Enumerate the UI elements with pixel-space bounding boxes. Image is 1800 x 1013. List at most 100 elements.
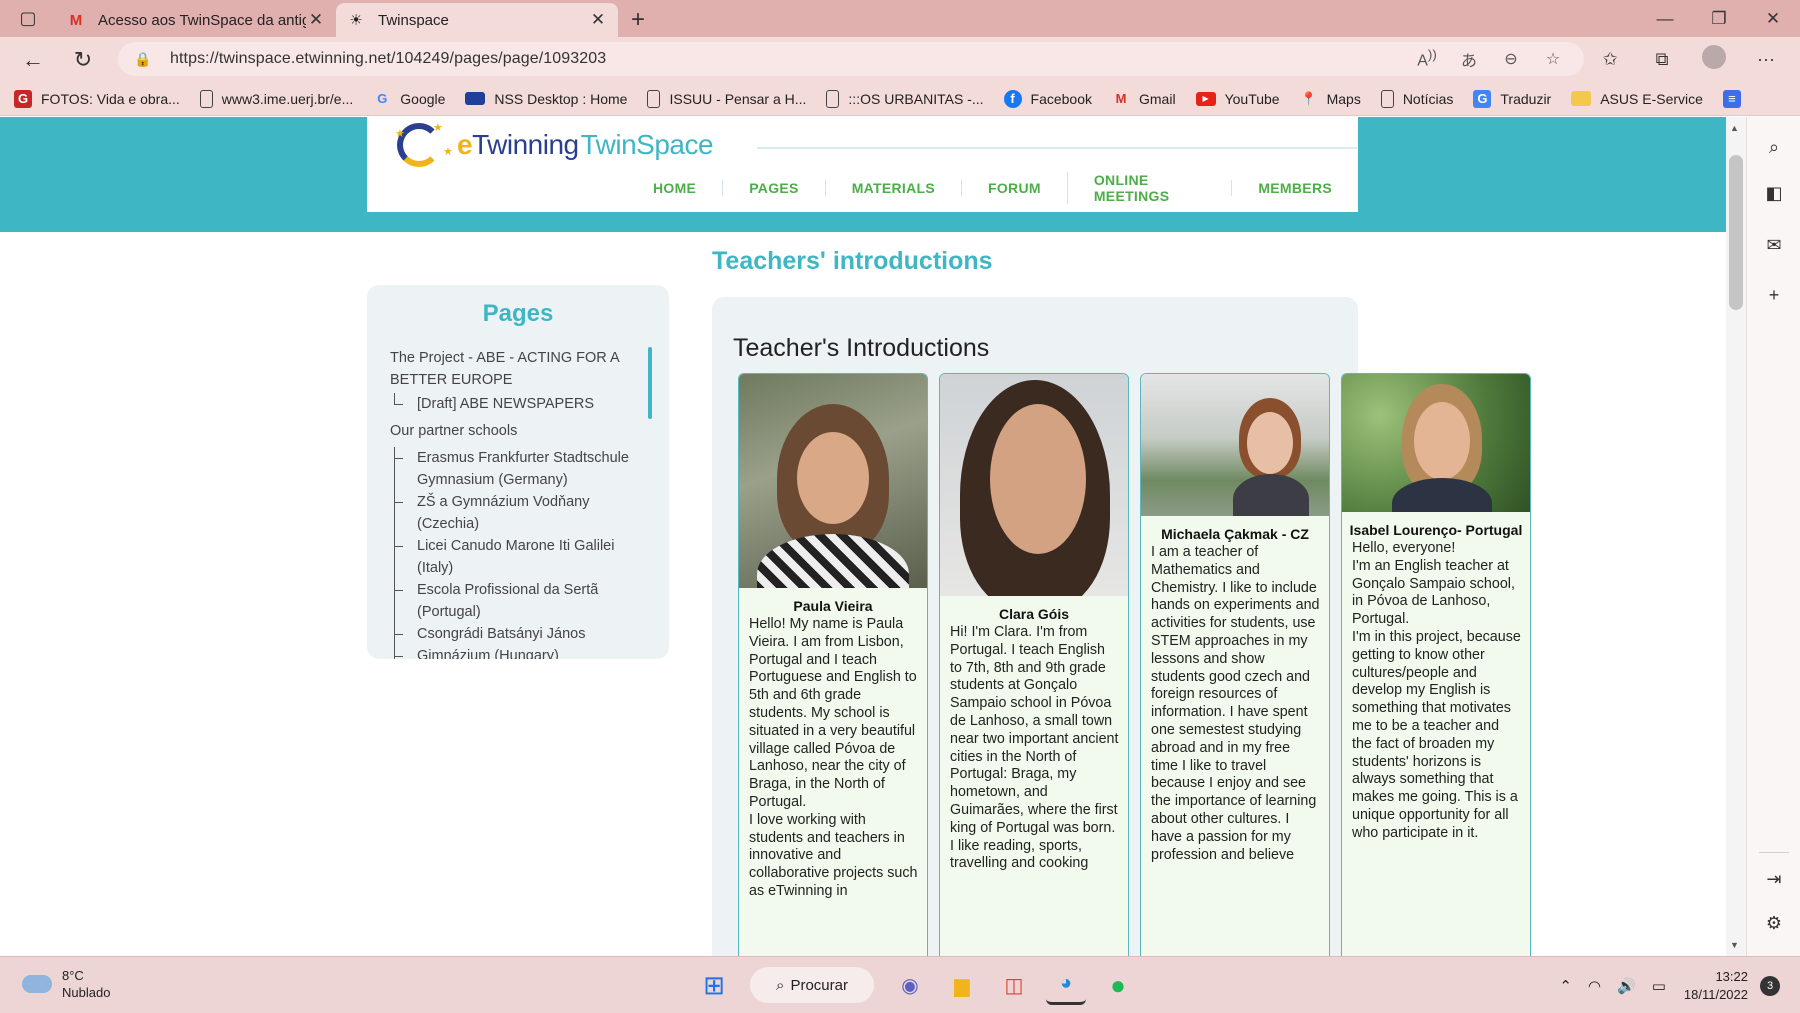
- teacher-photo: [1141, 374, 1329, 516]
- page-link-frankfurt[interactable]: Erasmus Frankfurter Stadtschule Gymnasiu…: [390, 447, 650, 491]
- volume-icon[interactable]: 🔊: [1617, 977, 1636, 995]
- bookmark-youtube[interactable]: ▶ YouTube: [1195, 91, 1280, 107]
- chevron-up-icon[interactable]: ⌃: [1559, 977, 1572, 995]
- bookmark-issuu[interactable]: ISSUU - Pensar a H...: [647, 89, 806, 108]
- bookmark-traduzir[interactable]: G Traduzir: [1473, 89, 1551, 108]
- settings-icon[interactable]: ⚙: [1747, 913, 1800, 934]
- page-link-hungary[interactable]: Gimnázium (Hungary): [390, 645, 650, 659]
- add-icon[interactable]: +: [1747, 285, 1800, 306]
- cloud-icon: [22, 975, 52, 993]
- taskbar-search[interactable]: ⌕ Procurar: [750, 967, 874, 1003]
- browser-tools: ✩ ⧉ ···: [1584, 37, 1792, 82]
- read-aloud-icon[interactable]: A)): [1406, 47, 1448, 70]
- nav-pages[interactable]: PAGES: [722, 180, 824, 196]
- close-window-icon[interactable]: ✕: [1746, 0, 1800, 37]
- section-heading: Teacher's Introductions: [733, 334, 990, 362]
- url-actions: A)) あ ⊖ ☆: [1406, 42, 1574, 76]
- scroll-down-icon[interactable]: ▼: [1730, 940, 1739, 950]
- page-link-newspapers[interactable]: [Draft] ABE NEWSPAPERS: [390, 393, 650, 415]
- google-icon: G: [377, 91, 388, 106]
- address-bar: ← ↻ 🔒 https://twinspace.etwinning.net/10…: [0, 37, 1800, 82]
- page-link-project[interactable]: The Project - ABE - ACTING FOR A BETTER …: [390, 347, 650, 391]
- teacher-bio: I am a teacher of Mathematics and Chemis…: [1151, 544, 1320, 863]
- close-tab-icon[interactable]: ✕: [588, 10, 608, 30]
- outlook-icon[interactable]: ✉: [1747, 235, 1800, 256]
- twinspace-icon: ☀: [349, 12, 363, 29]
- nav-online-meetings[interactable]: ONLINE MEETINGS: [1066, 172, 1231, 204]
- edge-sidebar: ⌕ ◧ ✉ + ⇥ ⚙: [1746, 117, 1800, 956]
- bookmark-noticias[interactable]: Notícias: [1380, 89, 1453, 108]
- edge-browser-icon[interactable]: ◕: [1046, 965, 1086, 1005]
- search-icon[interactable]: ⌕: [1747, 137, 1800, 158]
- collections-icon[interactable]: ⧉: [1636, 49, 1688, 70]
- bookmark-nss[interactable]: NSS Desktop : Home: [465, 91, 627, 107]
- battery-icon[interactable]: ▭: [1652, 977, 1666, 995]
- windows-start-icon[interactable]: ⊞: [694, 965, 734, 1005]
- nav-forum[interactable]: FORUM: [961, 180, 1067, 196]
- notification-badge[interactable]: 3: [1760, 976, 1780, 996]
- page-viewport: ★ ★ ★ eTwinningTwinSpace HOME PAGES MATE…: [0, 117, 1726, 956]
- nav-members[interactable]: MEMBERS: [1231, 180, 1358, 196]
- back-button[interactable]: ←: [8, 37, 58, 82]
- file-explorer-icon[interactable]: ▆: [942, 965, 982, 1005]
- teacher-card: Michaela Çakmak - CZ I am a teacher of M…: [1140, 373, 1330, 956]
- page-icon: [826, 89, 840, 108]
- etwinning-logo[interactable]: ★ ★ ★ eTwinningTwinSpace: [393, 121, 714, 169]
- nav-materials[interactable]: MATERIALS: [824, 180, 961, 196]
- office-app-icon[interactable]: ◫: [994, 965, 1034, 1005]
- add-favorite-icon[interactable]: ☆: [1532, 49, 1574, 69]
- favorites-icon[interactable]: ✩: [1584, 49, 1636, 70]
- bookmark-reading-list[interactable]: ≡: [1722, 89, 1750, 108]
- weather-widget[interactable]: 8°C Nublado: [22, 967, 110, 1001]
- translate-icon[interactable]: あ: [1448, 47, 1490, 71]
- bookmark-red-g-icon: G: [14, 89, 32, 108]
- bookmark-maps[interactable]: 📍 Maps: [1300, 90, 1360, 108]
- bookmark-facebook[interactable]: f Facebook: [1003, 89, 1092, 108]
- teacher-card: Isabel Lourenço- Portugal Hello, everyon…: [1341, 373, 1531, 956]
- scrollbar-thumb[interactable]: [1729, 155, 1743, 310]
- bookmark-gmail[interactable]: M Gmail: [1112, 90, 1176, 108]
- tab-actions-icon[interactable]: ▢: [0, 0, 56, 37]
- bookmark-urbanitas[interactable]: :::OS URBANITAS -...: [826, 89, 984, 108]
- page-link-vodnany[interactable]: ZŠ a Gymnázium Vodňany (Czechia): [390, 491, 650, 535]
- sidebar-scroll-indicator[interactable]: [648, 347, 652, 419]
- minimize-icon[interactable]: —: [1638, 0, 1692, 37]
- gmail-icon: M: [1115, 91, 1127, 106]
- page-link-serta[interactable]: Escola Profissional da Sertã (Portugal): [390, 579, 650, 623]
- bookmark-google[interactable]: G Google: [373, 90, 445, 108]
- spotify-icon[interactable]: ●: [1098, 965, 1138, 1005]
- teacher-name: Michaela Çakmak - CZ: [1161, 526, 1309, 542]
- zoom-out-icon[interactable]: ⊖: [1490, 49, 1532, 69]
- bookmark-asus[interactable]: ASUS E-Service: [1571, 91, 1703, 107]
- wifi-icon[interactable]: ◠: [1588, 977, 1601, 995]
- scroll-up-icon[interactable]: ▲: [1730, 123, 1739, 133]
- eu-flag-icon: [465, 92, 486, 105]
- new-tab-button[interactable]: +: [618, 3, 658, 37]
- close-tab-icon[interactable]: ✕: [306, 10, 326, 30]
- url-field[interactable]: 🔒 https://twinspace.etwinning.net/104249…: [118, 42, 1584, 76]
- page-link-partner-schools[interactable]: Our partner schools: [390, 420, 650, 442]
- hide-sidebar-icon[interactable]: ⇥: [1747, 869, 1800, 890]
- bookmark-ime[interactable]: www3.ime.uerj.br/e...: [199, 89, 353, 108]
- brand-name: eTwinningTwinSpace: [457, 129, 714, 160]
- page-link-canudo[interactable]: Licei Canudo Marone Iti Galilei (Italy): [390, 535, 650, 579]
- restore-icon[interactable]: ❐: [1692, 0, 1746, 37]
- page-icon: [1380, 89, 1394, 108]
- maps-pin-icon: 📍: [1300, 90, 1317, 106]
- translate-icon: G: [1473, 89, 1492, 108]
- etwinning-logo-mark-icon: ★ ★ ★: [393, 121, 457, 169]
- more-options-icon[interactable]: ···: [1740, 49, 1792, 70]
- bookmark-fotos[interactable]: G FOTOS: Vida e obra...: [14, 89, 180, 108]
- page-scrollbar[interactable]: ▲ ▼: [1726, 117, 1746, 956]
- lock-icon[interactable]: 🔒: [134, 51, 156, 68]
- teams-chat-icon[interactable]: ◉: [890, 965, 930, 1005]
- clock[interactable]: 13:22 18/11/2022: [1684, 968, 1748, 1004]
- tab-twinspace[interactable]: ☀ Twinspace ✕: [336, 3, 618, 37]
- nav-home[interactable]: HOME: [627, 180, 722, 196]
- office-icon[interactable]: ◧: [1747, 183, 1800, 204]
- teacher-name: Isabel Lourenço- Portugal: [1349, 522, 1523, 538]
- profile-icon[interactable]: [1688, 45, 1740, 74]
- tab-gmail[interactable]: M Acesso aos TwinSpace da antiga ✕: [56, 3, 336, 37]
- reload-button[interactable]: ↻: [58, 37, 108, 82]
- page-link-csongradi[interactable]: Csongrádi Batsányi János: [390, 623, 650, 645]
